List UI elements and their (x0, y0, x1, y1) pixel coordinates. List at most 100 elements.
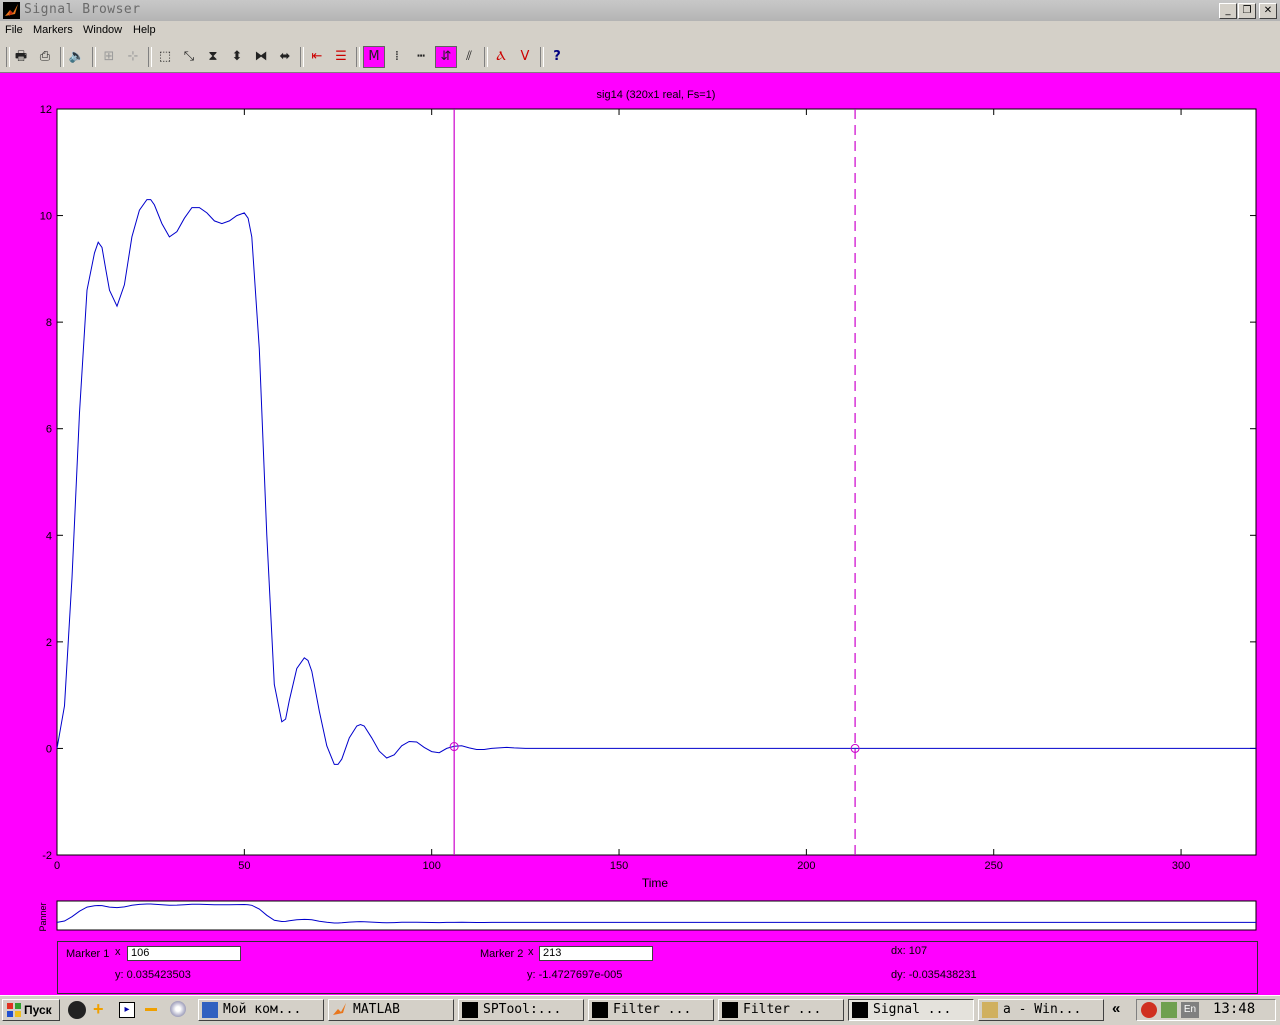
task-a-win[interactable]: a - Win... (978, 999, 1104, 1021)
zoom-box-icon[interactable]: ⬚ (154, 46, 176, 68)
editor-icon (982, 1002, 998, 1018)
task-label: Signal ... (873, 1002, 952, 1017)
zoom-x-in-icon[interactable]: ⧓ (250, 46, 272, 68)
menu-markers[interactable]: Markers (33, 24, 73, 36)
x-tick-label: 300 (1172, 860, 1190, 872)
windows-logo-icon (6, 1002, 22, 1018)
marker-icon[interactable]: ⇤ (306, 46, 328, 68)
menu-window[interactable]: Window (83, 24, 122, 36)
task-filter-1[interactable]: Filter ... (588, 999, 714, 1021)
quicklaunch-media-icon[interactable] (68, 1001, 86, 1019)
x-tick-label: 250 (985, 860, 1003, 872)
x-tick-label: 100 (423, 860, 441, 872)
language-indicator[interactable]: En (1181, 1002, 1199, 1018)
zoom-y-icon[interactable]: ⧗ (202, 46, 224, 68)
toolbar: 🖶 ⎙ 🔈 ⊞ ⊹ ⬚ ⤡ ⧗ ⬍ ⧓ ⬌ ⇤ ☰ M ⁞ ┅ ⇵ ⫽ Ⲁ Ⅴ … (0, 41, 1280, 73)
marker2-x-symbol: x (528, 946, 534, 958)
title-bar[interactable]: Signal Browser _ ❐ ✕ (0, 0, 1280, 22)
main-plot[interactable]: sig14 (320x1 real, Fs=1) 0 50 100 150 200 250… (0, 72, 1280, 897)
marker2-label: Marker 2 (480, 948, 524, 960)
x-tick-label: 0 (54, 860, 60, 872)
peaks-icon[interactable]: Ⲁ (490, 46, 512, 68)
delta-y-value: dy: -0.035438231 (891, 969, 977, 981)
quicklaunch-plus-icon[interactable]: + (93, 999, 104, 1020)
quicklaunch-minus-icon[interactable] (145, 1008, 157, 1011)
matlab-logo-icon (3, 2, 20, 19)
x-tick-label: 200 (797, 860, 815, 872)
toolbar-separator (356, 47, 360, 67)
clock: 13:48 (1213, 1001, 1256, 1017)
marker2-y-value: y: -1.4727697e-005 (527, 969, 623, 981)
restore-button[interactable]: ❐ (1238, 3, 1256, 19)
x-tick-label: 50 (238, 860, 250, 872)
matlab-figure-icon (462, 1002, 478, 1018)
x-tick-label: 150 (610, 860, 628, 872)
task-sptool[interactable]: SPTool:... (458, 999, 584, 1021)
plot-title: sig14 (320x1 real, Fs=1) (597, 89, 716, 101)
start-button[interactable]: Пуск (2, 999, 60, 1021)
panner[interactable]: Panner (0, 897, 1280, 937)
speaker-icon[interactable]: 🔈 (66, 46, 88, 68)
slope-markers-icon[interactable]: ⫽ (458, 46, 480, 68)
y-tick-label: -2 (42, 850, 52, 862)
delta-x-value: dx: 107 (891, 945, 928, 957)
task-my-computer[interactable]: Мой ком... (198, 999, 324, 1021)
marker-readout-panel: Marker 1 x y: 0.035423503 Marker 2 x y: … (57, 941, 1258, 994)
task-label: MATLAB (353, 1002, 400, 1017)
tray-network-icon[interactable] (1161, 1002, 1177, 1018)
y-tick-label: 6 (46, 424, 52, 436)
menu-help[interactable]: Help (133, 24, 156, 36)
panner-area[interactable] (56, 900, 1257, 931)
markers-toggle-icon[interactable]: M (363, 46, 385, 68)
matlab-figure-icon (592, 1002, 608, 1018)
y-tick-label: 12 (40, 104, 52, 116)
quicklaunch-console-icon[interactable]: ▸ (119, 1002, 135, 1018)
y-tick-label: 4 (46, 530, 52, 542)
valleys-icon[interactable]: Ⅴ (514, 46, 536, 68)
x-axis-label: Time (642, 876, 669, 890)
tray-flower-icon[interactable] (1141, 1002, 1157, 1018)
track-markers-icon[interactable]: ⇵ (435, 46, 457, 68)
task-label: a - Win... (1003, 1002, 1082, 1017)
toolbar-separator (300, 47, 304, 67)
zoom-full-icon[interactable]: ⤡ (178, 46, 200, 68)
window-title: Signal Browser (24, 2, 141, 17)
line-properties-icon[interactable]: ☰ (330, 46, 352, 68)
task-label: SPTool:... (483, 1002, 562, 1017)
marker1-y-value: y: 0.035423503 (115, 969, 191, 981)
quicklaunch-cd-icon[interactable] (170, 1001, 186, 1017)
close-button[interactable]: ✕ (1259, 3, 1277, 19)
select-signal-icon[interactable]: ⊹ (122, 46, 144, 68)
plot-area[interactable] (56, 108, 1257, 856)
task-label: Filter ... (613, 1002, 692, 1017)
matlab-icon (332, 1002, 348, 1018)
print-preview-icon[interactable]: ⎙ (34, 46, 56, 68)
vertical-markers-icon[interactable]: ⁞ (386, 46, 408, 68)
task-matlab[interactable]: MATLAB (328, 999, 454, 1021)
marker1-x-symbol: x (115, 946, 121, 958)
computer-icon (202, 1002, 218, 1018)
y-tick-label: 0 (46, 743, 52, 755)
horizontal-markers-icon[interactable]: ┅ (410, 46, 432, 68)
marker1-label: Marker 1 (66, 948, 110, 960)
marker2-x-input[interactable] (539, 946, 653, 961)
menu-file[interactable]: File (5, 24, 23, 36)
marker1-x-input[interactable] (127, 946, 241, 961)
system-tray: En 13:48 (1136, 999, 1276, 1021)
y-tick-label: 2 (46, 637, 52, 649)
zoom-y-out-icon[interactable]: ⬍ (226, 46, 248, 68)
zoom-x-out-icon[interactable]: ⬌ (274, 46, 296, 68)
taskbar: Пуск + ▸ Мой ком... MATLAB SPTool:... Fi… (0, 995, 1280, 1025)
task-label: Мой ком... (223, 1002, 302, 1017)
whats-this-icon[interactable]: ? (546, 46, 568, 68)
task-filter-2[interactable]: Filter ... (718, 999, 844, 1021)
menu-bar: File Markers Window Help (0, 21, 1280, 41)
y-tick-label: 8 (46, 317, 52, 329)
tray-expand-arrow[interactable]: « (1112, 1000, 1120, 1017)
matlab-figure-icon (852, 1002, 868, 1018)
print-icon[interactable]: 🖶 (10, 46, 32, 68)
task-signal-browser[interactable]: Signal ... (848, 999, 974, 1021)
matlab-figure-icon (722, 1002, 738, 1018)
minimize-button[interactable]: _ (1219, 3, 1237, 19)
array-signals-icon[interactable]: ⊞ (98, 46, 120, 68)
